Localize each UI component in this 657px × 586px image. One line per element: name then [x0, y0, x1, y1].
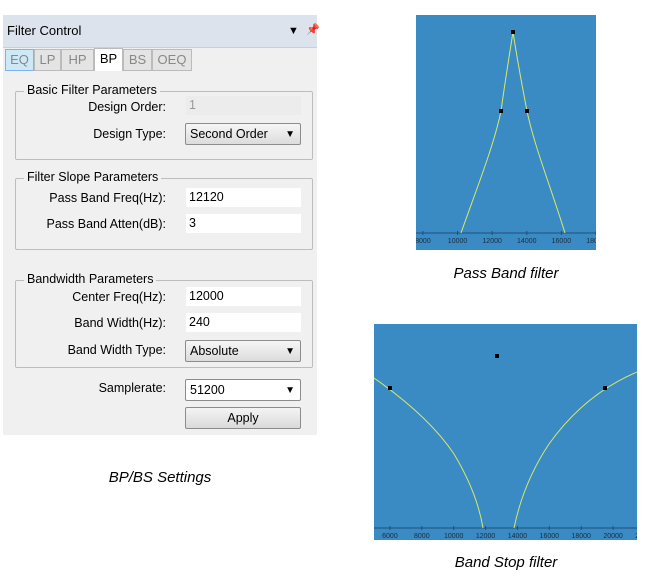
band-width-input[interactable]: 240	[186, 313, 301, 332]
x-tick-label: 12000	[482, 238, 502, 245]
pass-band-atten-label: Pass Band Atten(dB):	[46, 217, 166, 231]
x-tick-label: 18000	[571, 533, 591, 540]
upper-marker	[603, 386, 607, 390]
pass-band-caption: Pass Band filter	[453, 265, 559, 282]
pin-icon[interactable]: 📌	[306, 23, 320, 36]
x-tick-label: 20000	[603, 533, 623, 540]
design-type-value: Second Order	[190, 127, 268, 141]
samplerate-label: Samplerate:	[98, 381, 166, 395]
band-width-type-label: Band Width Type:	[67, 343, 166, 357]
x-tick-label: 22000	[635, 533, 637, 540]
x-tick-label: 12000	[476, 533, 496, 540]
chevron-down-icon: ▼	[285, 385, 295, 396]
center-marker	[495, 354, 499, 358]
lower-cutoff-marker	[499, 109, 503, 113]
samplerate-value: 51200	[190, 383, 225, 397]
design-order-field: 1	[186, 96, 301, 115]
samplerate-select[interactable]: 51200 ▼	[185, 379, 301, 401]
group-legend: Filter Slope Parameters	[24, 170, 162, 184]
x-tick-label: 10000	[448, 238, 468, 245]
design-type-label: Design Type:	[93, 127, 166, 141]
tab-oeq[interactable]: OEQ	[152, 49, 192, 71]
panel-title: Filter Control	[7, 23, 82, 38]
band-stop-caption: Band Stop filter	[454, 554, 558, 571]
settings-caption: BP/BS Settings	[108, 469, 212, 486]
peak-marker	[511, 30, 515, 34]
x-tick-label: 16000	[540, 533, 560, 540]
group-legend: Basic Filter Parameters	[24, 83, 160, 97]
lower-marker	[388, 386, 392, 390]
tab-bp[interactable]: BP	[94, 48, 123, 71]
pass-band-atten-input[interactable]: 3	[186, 214, 301, 233]
plot-background	[374, 324, 637, 540]
apply-button[interactable]: Apply	[185, 407, 301, 429]
plot-background	[416, 15, 596, 250]
tab-eq[interactable]: EQ	[5, 49, 34, 71]
design-type-select[interactable]: Second Order ▼	[185, 123, 301, 145]
tab-lp[interactable]: LP	[34, 49, 61, 71]
filter-control-panel: Filter Control ▼ 📌 EQ LP HP BP BS OEQ Ba…	[3, 15, 320, 435]
band-width-type-select[interactable]: Absolute ▼	[185, 340, 301, 362]
band-width-type-value: Absolute	[190, 344, 239, 358]
design-order-label: Design Order:	[88, 100, 166, 114]
pass-band-freq-input[interactable]: 12120	[186, 188, 301, 207]
tab-hp[interactable]: HP	[61, 49, 94, 71]
group-legend: Bandwidth Parameters	[24, 272, 157, 286]
tab-bs[interactable]: BS	[123, 49, 152, 71]
x-tick-label: 18000	[586, 238, 596, 245]
x-tick-label: 14000	[517, 238, 537, 245]
pass-band-plot: 8000 10000 12000 14000 16000 18000	[416, 15, 596, 250]
pass-band-freq-label: Pass Band Freq(Hz):	[49, 191, 166, 205]
band-stop-plot: 6000 8000 10000 12000 14000 16000 18000 20000 22…	[374, 324, 637, 540]
chevron-down-icon: ▼	[285, 129, 295, 140]
center-freq-input[interactable]: 12000	[186, 287, 301, 306]
x-tick-label: 8000	[414, 533, 430, 540]
chevron-down-icon: ▼	[285, 346, 295, 357]
x-tick-label: 16000	[552, 238, 572, 245]
upper-cutoff-marker	[525, 109, 529, 113]
x-tick-label: 6000	[382, 533, 398, 540]
panel-titlebar: Filter Control ▼ 📌	[3, 15, 320, 48]
x-tick-label: 8000	[416, 238, 431, 245]
x-tick-label: 14000	[508, 533, 528, 540]
dropdown-icon[interactable]: ▼	[288, 25, 299, 37]
x-tick-label: 10000	[444, 533, 464, 540]
band-width-label: Band Width(Hz):	[74, 316, 166, 330]
center-freq-label: Center Freq(Hz):	[72, 290, 166, 304]
